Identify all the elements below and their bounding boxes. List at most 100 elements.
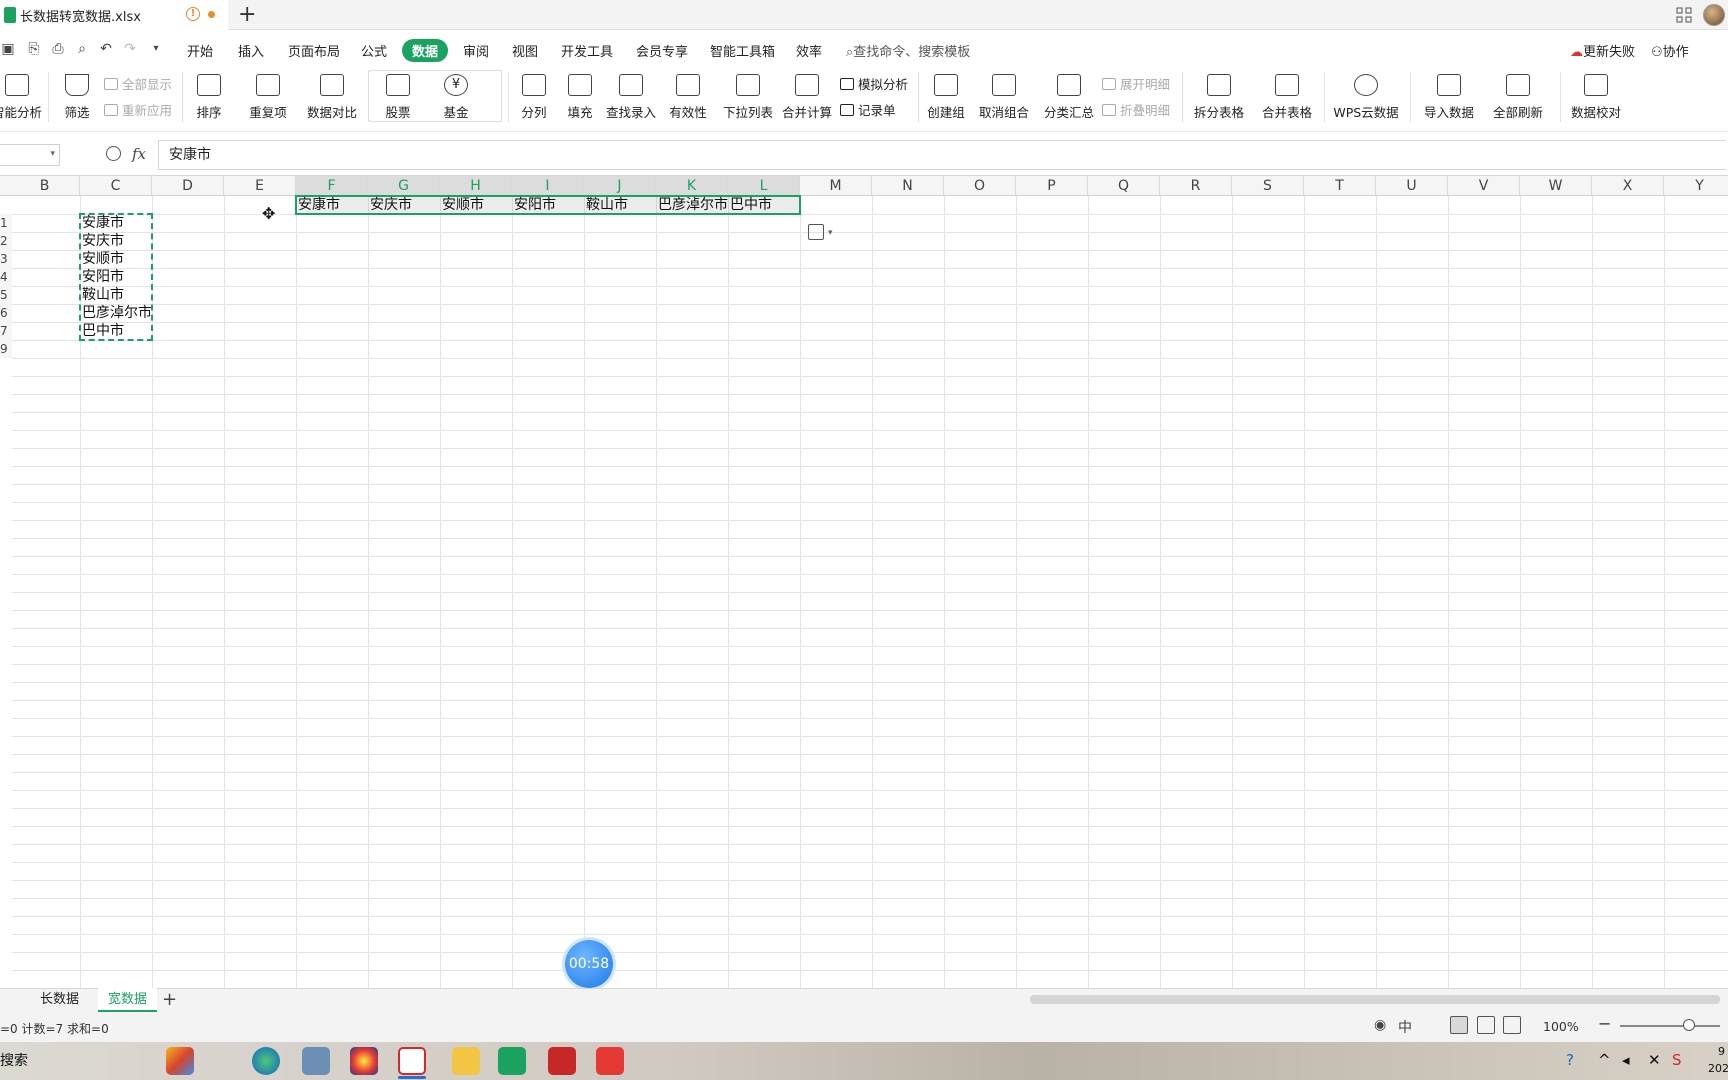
page-layout-view-icon[interactable] (1477, 1016, 1495, 1034)
update-status[interactable]: ☁更新失败 (1570, 41, 1635, 60)
ungroup-button[interactable]: 取消组合 (974, 74, 1034, 121)
subtotal-button[interactable]: 分类汇总 (1042, 74, 1096, 121)
column-header-w[interactable]: W (1520, 176, 1592, 196)
sheet-tab-long-data[interactable]: 长数据 (30, 988, 89, 1012)
menu-efficiency[interactable]: 效率 (796, 41, 822, 60)
user-avatar[interactable] (1703, 4, 1725, 26)
row-header[interactable]: 7 (0, 322, 12, 340)
column-header-f[interactable]: F (296, 176, 368, 196)
chevron-down-icon[interactable]: ▾ (50, 149, 55, 159)
save-icon[interactable]: ▣ (0, 41, 16, 57)
data-check-button[interactable]: 数据校对 (1568, 74, 1624, 121)
wps-cloud-data-button[interactable]: WPS云数据 (1330, 74, 1402, 121)
collapse-detail-button[interactable]: 折叠明细 (1102, 100, 1170, 119)
help-icon[interactable]: ? (1566, 1051, 1574, 1069)
screen-recorder-icon[interactable] (350, 1047, 378, 1075)
merge-table-button[interactable]: 合并表格 (1256, 74, 1318, 121)
column-header-t[interactable]: T (1304, 176, 1376, 196)
column-header-l[interactable]: L (728, 176, 800, 196)
edge-browser-icon[interactable] (252, 1047, 280, 1075)
recording-timer[interactable]: 00:58 (565, 940, 613, 988)
row-header[interactable]: 6 (0, 304, 12, 322)
collaborate-button[interactable]: ⚇协作 (1651, 41, 1689, 60)
sheet-tab-wide-data[interactable]: 宽数据 (98, 988, 158, 1012)
ime-indicator[interactable]: 中 (1398, 1017, 1412, 1037)
consolidate-button[interactable]: 合并计算 (780, 74, 834, 121)
column-header-e[interactable]: E (224, 176, 296, 196)
network-icon[interactable]: ✕ (1648, 1051, 1661, 1069)
zoom-slider-handle[interactable] (1683, 1019, 1695, 1031)
export-icon[interactable]: ⎘ (26, 41, 42, 57)
smart-analysis-button[interactable]: 智能分析 (0, 74, 44, 121)
dropdown-list-button[interactable]: 下拉列表 (722, 74, 774, 121)
column-header-g[interactable]: G (368, 176, 440, 196)
zoom-level[interactable]: 100% (1543, 1019, 1579, 1034)
reapply-button[interactable]: 重新应用 (104, 100, 172, 119)
row-header[interactable]: 4 (0, 268, 12, 286)
eye-protection-icon[interactable]: ◉ (1374, 1017, 1386, 1033)
insert-function-icon[interactable]: fx (132, 145, 146, 163)
column-header-n[interactable]: N (872, 176, 944, 196)
column-header-r[interactable]: R (1160, 176, 1232, 196)
validity-button[interactable]: 有效性 (664, 74, 712, 121)
menu-view[interactable]: 视图 (512, 41, 538, 60)
normal-view-icon[interactable] (1450, 1016, 1468, 1034)
archive-app-icon[interactable] (548, 1047, 576, 1075)
duplicates-button[interactable]: 重复项 (244, 74, 292, 121)
file-explorer-icon[interactable] (452, 1047, 480, 1075)
horizontal-scrollbar[interactable] (1030, 995, 1720, 1004)
print-icon[interactable]: ⎙ (50, 41, 66, 57)
split-table-button[interactable]: 拆分表格 (1188, 74, 1250, 121)
print-preview-icon[interactable]: ⌕ (74, 41, 90, 57)
row-header[interactable]: 3 (0, 250, 12, 268)
zoom-slider[interactable] (1620, 1025, 1720, 1027)
column-header-i[interactable]: I (512, 176, 584, 196)
wps-office-icon[interactable] (398, 1047, 426, 1075)
row-header[interactable]: 5 (0, 286, 12, 304)
stock-button[interactable]: 股票 (376, 74, 420, 121)
quick-access-dropdown-icon[interactable]: ▾ (148, 41, 164, 57)
what-if-button[interactable]: 模拟分析 (840, 74, 908, 93)
column-header-q[interactable]: Q (1088, 176, 1160, 196)
sort-button[interactable]: 排序 (188, 74, 230, 121)
column-header-p[interactable]: P (1016, 176, 1088, 196)
column-header-x[interactable]: X (1592, 176, 1664, 196)
zoom-out-button[interactable]: − (1598, 1014, 1611, 1033)
spreadsheet-grid[interactable]: BCDEFGHIJKLMNOPQRSTUVWXY 1 2 3 4 5 6 7 9 安康市 安庆市安… (0, 176, 1728, 988)
import-data-button[interactable]: 导入数据 (1420, 74, 1478, 121)
undo-icon[interactable]: ↶ (98, 41, 114, 57)
record-form-button[interactable]: 记录单 (840, 100, 896, 119)
menu-insert[interactable]: 插入 (238, 41, 264, 60)
data-compare-button[interactable]: 数据对比 (300, 74, 364, 121)
menu-data[interactable]: 数据 (402, 39, 449, 62)
document-tab[interactable]: 长数据转宽数据.xlsx ! (0, 0, 228, 30)
zoom-formula-icon[interactable] (106, 146, 121, 161)
row-header[interactable]: 9 (0, 340, 12, 358)
refresh-all-button[interactable]: 全部刷新 (1488, 74, 1548, 121)
command-search[interactable]: ⌕查找命令、搜索模板 (846, 41, 970, 60)
row-header[interactable]: 2 (0, 232, 12, 250)
pdf-app-icon[interactable] (596, 1047, 624, 1075)
menu-start[interactable]: 开始 (187, 41, 213, 60)
create-group-button[interactable]: 创建组 (924, 74, 968, 121)
fund-button[interactable]: ¥ 基金 (434, 74, 478, 121)
column-header-h[interactable]: H (440, 176, 512, 196)
menu-formulas[interactable]: 公式 (361, 41, 387, 60)
menu-review[interactable]: 审阅 (463, 41, 489, 60)
column-header-y[interactable]: Y (1664, 176, 1728, 196)
formula-input[interactable]: 安康市 (158, 140, 1726, 170)
chevron-down-icon[interactable]: ▾ (828, 228, 833, 238)
column-header-c[interactable]: C (80, 176, 152, 196)
paste-options-icon[interactable] (808, 224, 824, 240)
split-column-button[interactable]: 分列 (514, 74, 554, 121)
name-box[interactable]: ▾ (0, 144, 60, 166)
column-header-v[interactable]: V (1448, 176, 1520, 196)
row-header[interactable]: 1 (0, 214, 12, 232)
volume-icon[interactable]: ◂ (1622, 1051, 1630, 1069)
antivirus-tray-icon[interactable]: S (1672, 1051, 1682, 1069)
show-all-button[interactable]: 全部显示 (104, 74, 172, 93)
calculator-app-icon[interactable] (302, 1047, 330, 1075)
filter-button[interactable]: 筛选 (56, 74, 98, 121)
new-tab-button[interactable]: + (238, 2, 256, 27)
apps-grid-icon[interactable] (1676, 7, 1692, 23)
